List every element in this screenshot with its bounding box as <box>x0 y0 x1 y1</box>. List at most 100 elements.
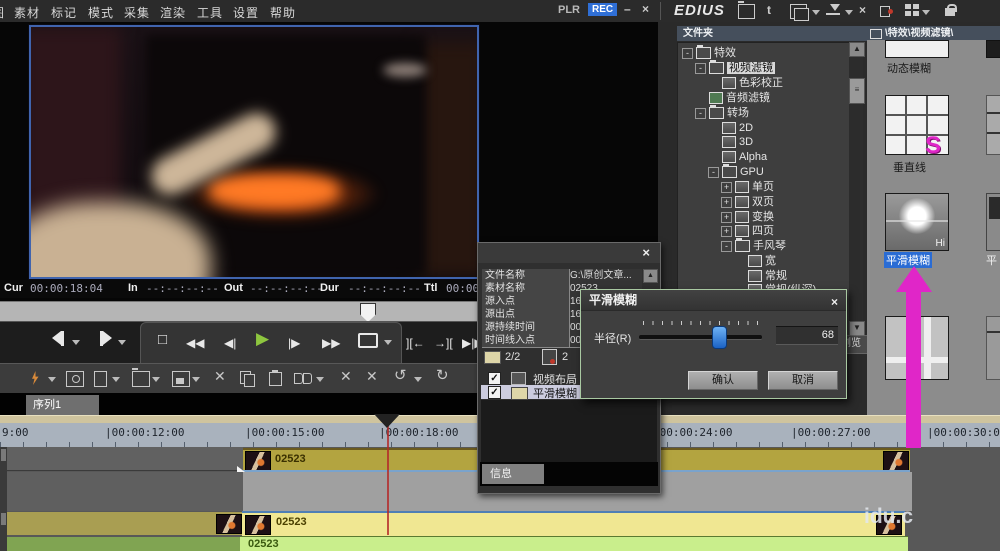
info-tab[interactable]: 信息 <box>482 464 544 484</box>
effect-page-icon[interactable] <box>484 351 501 364</box>
new-sequence-icon[interactable] <box>94 371 107 387</box>
menu-item-mode[interactable]: 模式 <box>88 4 114 21</box>
dialog-close-icon[interactable]: × <box>831 292 838 312</box>
palette-partial-thumb-4[interactable] <box>986 316 1000 380</box>
tree-item-color-correction[interactable]: 色彩校正 <box>708 77 783 91</box>
tree-item-audio-filters[interactable]: 音频滤镜 <box>695 92 770 106</box>
save-caret-icon[interactable] <box>192 377 200 382</box>
duplicate-caret-icon[interactable] <box>812 10 820 15</box>
menu-item-render[interactable]: 渲染 <box>160 4 186 21</box>
menu-item-clip[interactable]: 素材 <box>14 4 40 21</box>
palette-item-motion-blur-label[interactable]: 动态模糊 <box>887 60 931 76</box>
layout-caret-icon[interactable] <box>922 10 930 15</box>
open-caret-icon[interactable] <box>152 377 160 382</box>
play-button[interactable]: ▶ <box>256 329 269 349</box>
copy-icon[interactable] <box>240 371 256 385</box>
color-clip-icon[interactable] <box>880 4 895 17</box>
track-header-strip[interactable] <box>0 447 7 551</box>
clip-a1-left[interactable] <box>0 537 240 551</box>
snapshot-icon[interactable] <box>66 371 84 387</box>
info-panel-close-icon[interactable]: × <box>642 245 650 260</box>
cut-icon[interactable]: ✕ <box>214 368 226 384</box>
tree-item-effects[interactable]: -特效 <box>682 47 736 61</box>
timeline-playhead-handle[interactable] <box>374 414 400 428</box>
effect-list-icon[interactable] <box>542 349 557 365</box>
stop-button[interactable]: □ <box>158 330 167 350</box>
tree-item-double-page[interactable]: +双页 <box>721 196 774 210</box>
menu-item-capture[interactable]: 采集 <box>124 4 150 21</box>
effects-toggle-icon[interactable] <box>28 371 44 385</box>
duplicate-clip-caret-icon[interactable] <box>316 377 324 382</box>
plr-mode-button[interactable]: PLR <box>558 4 580 16</box>
menu-item-tools[interactable]: 工具 <box>197 4 223 21</box>
palette-item-smooth-blur-thumb[interactable]: Hi <box>885 193 949 251</box>
clip-a1[interactable]: 02523 <box>240 536 908 551</box>
radius-slider-track[interactable] <box>639 335 762 340</box>
close-button[interactable]: × <box>642 2 649 16</box>
new-caret-icon[interactable] <box>112 377 120 382</box>
layout-grid-icon[interactable] <box>905 4 920 17</box>
loop-playback-icon[interactable] <box>358 333 378 348</box>
clip-v1-left[interactable] <box>0 512 242 535</box>
sequence-tab[interactable]: 序列1 <box>26 395 99 415</box>
info-scroll-up-icon[interactable]: ▲ <box>643 269 658 283</box>
rec-mode-button[interactable]: REC <box>588 3 617 16</box>
rewind-button[interactable]: ◀◀ <box>186 333 204 353</box>
tree-item-transitions[interactable]: -转场 <box>695 107 749 121</box>
marker-out-icon[interactable] <box>103 331 112 345</box>
minimize-button[interactable]: – <box>624 2 631 16</box>
import-icon[interactable] <box>826 4 841 17</box>
tree-scroll-down-icon[interactable]: ▼ <box>849 321 865 336</box>
tree-item-video-filters[interactable]: -视频滤镜 <box>695 62 775 76</box>
palette-partial-thumb-3[interactable] <box>986 193 1000 251</box>
open-project-icon[interactable] <box>132 371 150 387</box>
tree-item-single-page[interactable]: +单页 <box>721 181 774 195</box>
set-in-button[interactable]: ][← <box>406 333 425 353</box>
clip-v1[interactable]: 02523 <box>242 511 905 537</box>
tree-item-2d[interactable]: 2D <box>708 122 753 136</box>
tree-item-normal[interactable]: 常规 <box>734 270 787 284</box>
tree-item-3d[interactable]: 3D <box>708 136 753 150</box>
ok-button[interactable]: 确认 <box>688 371 758 390</box>
menu-item-marker[interactable]: 标记 <box>51 4 77 21</box>
tree-scroll-thumb[interactable]: ≡ <box>849 78 865 104</box>
duplicate-clip-icon[interactable] <box>294 371 310 385</box>
undo-icon[interactable]: ↺ <box>394 368 407 384</box>
duplicate-icon[interactable] <box>790 4 807 19</box>
tree-item-wide[interactable]: 宽 <box>734 255 776 269</box>
next-frame-button[interactable]: |▶ <box>288 333 300 353</box>
video-layout-checkbox[interactable]: ✓ <box>488 372 501 385</box>
menu-item-clipped[interactable]: 图 <box>0 4 5 21</box>
menu-item-help[interactable]: 帮助 <box>270 4 296 21</box>
tree-scroll-up-icon[interactable]: ▲ <box>849 42 865 57</box>
save-project-icon[interactable] <box>172 371 190 387</box>
prev-frame-button[interactable]: ◀| <box>224 333 236 353</box>
redo-icon[interactable]: ↻ <box>436 368 449 384</box>
marker-in-bar[interactable] <box>61 331 64 346</box>
palette-partial-thumb-2[interactable] <box>986 95 1000 155</box>
marker-in-caret-icon[interactable] <box>72 340 80 345</box>
marker-out-caret-icon[interactable] <box>118 340 126 345</box>
radius-slider-thumb[interactable] <box>712 326 727 349</box>
ripple-delete-icon[interactable]: ✕ <box>366 368 378 384</box>
menu-item-settings[interactable]: 设置 <box>233 4 259 21</box>
unlink-icon[interactable]: ✕ <box>340 368 352 384</box>
tree-item-transform[interactable]: +变换 <box>721 211 774 225</box>
loop-caret-icon[interactable] <box>384 340 392 345</box>
tree-item-alpha[interactable]: Alpha <box>708 151 767 165</box>
lock-icon[interactable] <box>943 4 958 17</box>
folder-icon[interactable] <box>738 4 755 19</box>
undo-caret-icon[interactable] <box>414 377 422 382</box>
ffwd-button[interactable]: ▶▶ <box>322 333 340 353</box>
marker-in-icon[interactable] <box>52 331 61 345</box>
delete-icon[interactable]: × <box>859 3 866 17</box>
dialog-titlebar[interactable]: 平滑模糊 × <box>581 290 846 311</box>
tree-item-accordion[interactable]: -手风琴 <box>721 240 786 254</box>
palette-item-vertical-line-label[interactable]: 垂直线 <box>893 159 926 175</box>
set-out-button[interactable]: →][ <box>434 333 453 353</box>
palette-partial-thumb-1[interactable] <box>986 40 1000 58</box>
smooth-blur-checkbox[interactable]: ✓ <box>488 386 501 399</box>
send-up-icon[interactable]: t <box>767 3 782 16</box>
palette-item-motion-blur-thumb[interactable] <box>885 40 949 58</box>
tree-item-four-page[interactable]: +四页 <box>721 225 774 239</box>
